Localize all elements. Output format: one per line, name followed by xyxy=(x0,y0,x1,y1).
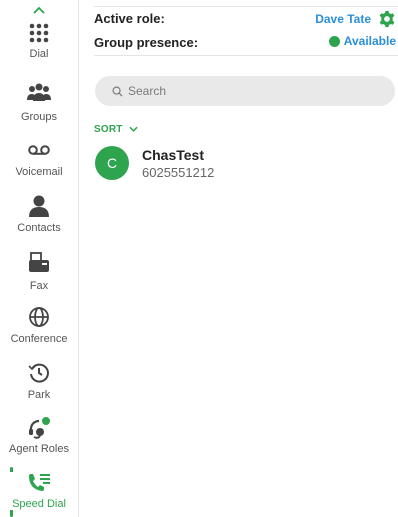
list-item[interactable]: C ChasTest 6025551212 xyxy=(95,146,395,182)
groups-icon xyxy=(0,83,78,107)
sidebar-item-label: Conference xyxy=(10,333,68,345)
sidebar-item-label: Speed Dial xyxy=(12,498,66,510)
sort-button[interactable]: SORT xyxy=(94,124,138,135)
dialpad-icon xyxy=(0,22,78,46)
chevron-up-icon[interactable] xyxy=(0,4,78,14)
contact-icon xyxy=(0,194,78,218)
search-icon xyxy=(112,86,123,97)
chevron-down-icon[interactable] xyxy=(128,124,138,135)
sidebar-item-label: Dial xyxy=(29,48,49,60)
sidebar-item-dial[interactable]: Dial xyxy=(0,22,78,60)
avatar: C xyxy=(95,146,129,180)
status-dot-icon xyxy=(328,35,340,47)
sidebar-item-voicemail[interactable]: Voicemail xyxy=(0,140,78,178)
divider xyxy=(94,55,398,56)
group-presence-row: Group presence: Available xyxy=(94,34,396,54)
sidebar-item-label: Park xyxy=(27,389,51,401)
sidebar-item-label: Fax xyxy=(29,280,49,292)
presence-status[interactable]: Available xyxy=(328,34,396,48)
park-icon xyxy=(0,361,78,385)
sidebar-item-park[interactable]: Park xyxy=(0,361,78,401)
active-role-name[interactable]: Dave Tate xyxy=(315,12,371,26)
search-placeholder[interactable]: Search xyxy=(128,84,166,98)
group-presence-label: Group presence: xyxy=(94,35,199,50)
contact-number: 6025551212 xyxy=(142,165,215,180)
sidebar-item-speed-dial[interactable]: Speed Dial xyxy=(0,472,78,510)
conference-icon xyxy=(0,305,78,329)
presence-value[interactable]: Available xyxy=(344,34,396,48)
active-role-row: Active role: Dave Tate xyxy=(94,10,396,30)
active-role-label: Active role: xyxy=(94,11,165,26)
sidebar-item-label: Groups xyxy=(20,111,58,123)
sidebar-item-fax[interactable]: Fax xyxy=(0,252,78,292)
search-input[interactable]: Search xyxy=(95,76,395,106)
contact-name: ChasTest xyxy=(142,147,204,163)
sidebar-item-label: Agent Roles xyxy=(9,443,69,455)
sidebar-item-label: Contacts xyxy=(17,222,61,234)
main-panel: Active role: Dave Tate Group presence: A… xyxy=(80,0,398,517)
sidebar-item-contacts[interactable]: Contacts xyxy=(0,194,78,234)
sort-label[interactable]: SORT xyxy=(94,124,123,135)
speed-dial-icon xyxy=(0,472,78,496)
sidebar-item-conference[interactable]: Conference xyxy=(0,305,78,345)
sidebar-nav: Dial Groups Voicemail Contacts Fax Confe… xyxy=(0,0,79,517)
sidebar-item-agent-roles[interactable]: Agent Roles xyxy=(0,415,78,455)
sidebar-item-label: Voicemail xyxy=(15,166,63,178)
gear-icon[interactable] xyxy=(378,10,396,28)
active-role-value[interactable]: Dave Tate xyxy=(315,10,396,28)
divider xyxy=(94,6,398,7)
agent-headset-icon xyxy=(0,415,78,439)
fax-icon xyxy=(0,252,78,276)
sidebar-item-groups[interactable]: Groups xyxy=(0,83,78,123)
voicemail-icon xyxy=(0,140,78,164)
